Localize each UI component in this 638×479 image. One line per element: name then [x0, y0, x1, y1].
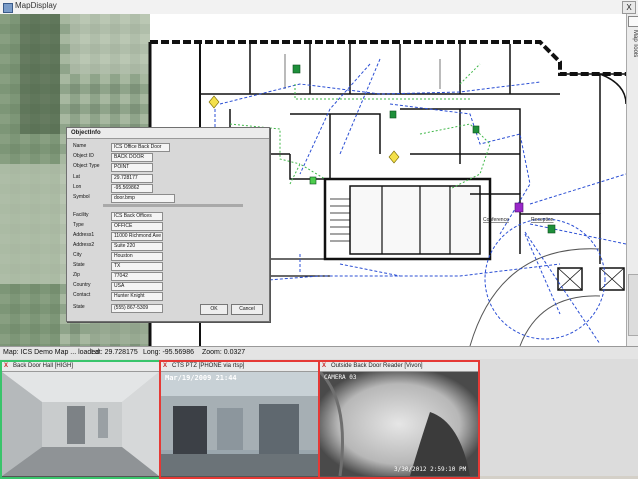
field-label: Lon [73, 184, 82, 190]
object-type-field[interactable]: POINT [111, 163, 153, 172]
vertical-scrollbar[interactable] [628, 274, 638, 336]
window-title: MapDisplay [15, 1, 57, 10]
camera-id-overlay: CAMERA 03 [324, 374, 357, 381]
camera-device-icon[interactable] [309, 176, 317, 185]
camera-label: CTS PTZ [PHONE via rtsp] [172, 363, 245, 369]
camera-feed-image [2, 372, 159, 476]
map-tools-panel[interactable]: Map Tools [626, 14, 638, 346]
field-label: State [73, 304, 85, 310]
window-titlebar: MapDisplay X [0, 0, 638, 15]
country-field[interactable]: USA [111, 282, 163, 291]
long-readout: Long: -95.56986 [143, 349, 194, 356]
camera-label: Back Door Hall [HIGH] [13, 363, 74, 369]
phone-field[interactable]: (555) 867-5309 [111, 304, 163, 313]
door-device-icon[interactable] [514, 202, 524, 213]
symbol-preview-bar [103, 204, 243, 207]
map-tools-label: Map Tools [632, 30, 638, 58]
camera-timestamp: Mar/19/2009 21:44 [165, 374, 237, 382]
camera-device-icon[interactable] [389, 110, 397, 119]
contact-field[interactable]: Hunter Knight [111, 292, 163, 301]
camera-label: Outside Back Door Reader [Vivon] [331, 363, 423, 369]
field-label: Object ID [73, 153, 94, 159]
room-label-conference: Conference [483, 217, 509, 223]
field-label: State [73, 262, 85, 268]
camera-header: X Back Door Hall [HIGH] [2, 362, 159, 372]
field-label: Name [73, 143, 87, 149]
field-label: Facility [73, 212, 89, 218]
field-label: Address2 [73, 242, 95, 248]
close-button[interactable]: X [622, 1, 636, 14]
map-status: Map: ICS Demo Map ... loaded [3, 349, 100, 356]
name-field[interactable]: ICS Office Back Door [111, 143, 170, 152]
close-icon[interactable]: X [163, 362, 167, 371]
camera-view-cts-ptz[interactable]: X CTS PTZ [PHONE via rtsp] Mar/19/2009 2… [159, 360, 320, 479]
camera-device-icon[interactable] [292, 64, 301, 74]
app-icon [3, 3, 13, 13]
symbol-field[interactable]: door.bmp [111, 194, 175, 203]
camera-header: X CTS PTZ [PHONE via rtsp] [161, 362, 318, 372]
camera-feed-image [320, 372, 478, 476]
lon-field[interactable]: -95.569862 [111, 184, 153, 193]
object-id-field[interactable]: BACK DOOR [111, 153, 153, 162]
camera-device-icon[interactable] [472, 125, 480, 134]
ok-button[interactable]: OK [200, 304, 228, 315]
camera-timestamp: 3/30/2012 2:59:10 PM [394, 466, 467, 473]
lat-field[interactable]: 29.728177 [111, 174, 153, 183]
field-label: Country [73, 282, 91, 288]
camera-header: X Outside Back Door Reader [Vivon] [320, 362, 478, 372]
close-icon[interactable]: X [4, 362, 8, 371]
field-label: Symbol [73, 194, 90, 200]
camera-view-outside-back-door[interactable]: X Outside Back Door Reader [Vivon] CAMER… [318, 360, 480, 479]
camera-feed-image [161, 372, 318, 476]
camera-device-icon[interactable] [547, 224, 556, 234]
dialog-title: ObjectInfo [67, 128, 269, 139]
field-label: Type [73, 222, 84, 228]
city-field[interactable]: Houston [111, 252, 163, 261]
field-label: City [73, 252, 82, 258]
object-info-dialog: ObjectInfo Name ICS Office Back Door Obj… [66, 127, 270, 322]
cancel-button[interactable]: Cancel [231, 304, 263, 315]
address1-field[interactable]: 11000 Richmond Ave [111, 232, 163, 241]
camera-view-back-door-hall[interactable]: X Back Door Hall [HIGH] [0, 360, 161, 479]
zip-field[interactable]: 77042 [111, 272, 163, 281]
field-label: Contact [73, 292, 91, 298]
lat-readout: Lat: 29.728175 [91, 349, 138, 356]
facility-field[interactable]: ICS Back Offices [111, 212, 163, 221]
field-label: Zip [73, 272, 80, 278]
close-icon[interactable]: X [322, 362, 326, 371]
field-label: Object Type [73, 163, 100, 169]
zoom-readout: Zoom: 0.0327 [202, 349, 246, 356]
field-label: Lat [73, 174, 80, 180]
room-label-reception: Reception [531, 217, 554, 223]
state-field[interactable]: TX [111, 262, 163, 271]
type-field[interactable]: OFFICE [111, 222, 163, 231]
field-label: Address1 [73, 232, 95, 238]
pin-icon[interactable] [628, 16, 638, 27]
address2-field[interactable]: Suite 220 [111, 242, 163, 251]
map-view[interactable]: Conference Reception ObjectInfo Name ICS… [0, 14, 626, 346]
